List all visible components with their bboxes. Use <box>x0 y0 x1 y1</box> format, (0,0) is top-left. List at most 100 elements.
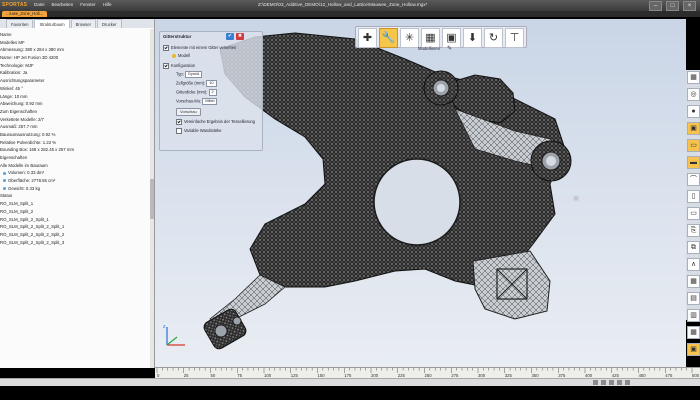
tree-row[interactable]: Bounding Box: 168 x 282.45 x 257 mm <box>0 146 150 154</box>
property-dot-icon <box>3 179 6 183</box>
right-tool-button-3[interactable]: ● <box>687 105 700 118</box>
right-tool-button-15[interactable]: ▥ <box>687 309 700 322</box>
document-tab[interactable]: ...luwe_Zone_Holl... <box>2 11 48 17</box>
right-tool-button-9[interactable]: ▭ <box>687 207 700 220</box>
tree-row[interactable]: Volumen: 0.33 dm³ <box>0 169 150 177</box>
tab-browser[interactable]: Browser <box>70 19 96 28</box>
tree-row[interactable]: RO_SLM_Split_2_Split_2_Split_3 <box>0 239 150 247</box>
tree-row[interactable]: RO_SLM_Split_2_Split_1 <box>0 216 150 224</box>
toolbar-label: Modellieren <box>418 46 441 51</box>
tab-favoriten[interactable]: Favoriten <box>6 19 34 28</box>
tree-row-label: RO_SLM_Split_2_Split_2_Split_2 <box>0 231 65 237</box>
left-panel-scrollbar[interactable] <box>150 29 154 368</box>
tree-row[interactable]: Alle Modelle im Bauraum <box>0 162 150 170</box>
menu-bearbeiten[interactable]: Bearbeiten <box>52 2 74 7</box>
3d-viewport[interactable]: Gitterstruktur ✔ ✖ Elemente mit einem Gi… <box>155 19 686 367</box>
tree-row-label: RO_SLM_Split_2_Split_1 <box>0 216 49 222</box>
main-toolbar: ✚ 🔧 ✳ ▦ ▣ ⬇ ↻ ⊤ <box>355 26 527 48</box>
model-label[interactable]: Modell <box>178 53 190 58</box>
tree-row[interactable]: Oberfläche: 2778.55 cm² <box>0 177 150 185</box>
tree-row[interactable]: Bauraumausnutzung: 0.92 % <box>0 131 150 139</box>
status-icon-4[interactable] <box>617 380 622 385</box>
minimize-icon[interactable]: – <box>649 1 662 11</box>
right-tool-button-16[interactable]: ▦ <box>687 326 700 339</box>
tree-row-label: Relative Pulverdichte: 1.22 % <box>0 139 57 145</box>
tree-row[interactable]: Ausrichtungsparameter <box>0 77 150 85</box>
tree-row[interactable]: Länge: 10 mm <box>0 93 150 101</box>
export-icon[interactable]: ⬇ <box>463 28 482 48</box>
window-controls: – □ × <box>649 1 696 11</box>
tree-row[interactable]: Ausmaß: 257.7 mm <box>0 123 150 131</box>
tab-strukturbaum[interactable]: Strukturbaum <box>34 19 70 28</box>
tree-row-label: Eigenschaften <box>0 155 28 160</box>
edit-pen-icon[interactable]: ✎ <box>447 45 452 52</box>
spark-icon[interactable]: ✳ <box>400 28 419 48</box>
tab-drucker[interactable]: Drucker <box>96 19 122 28</box>
right-tool-button-8[interactable]: ▯ <box>687 190 700 203</box>
simplify-label: Vereinfache Ergebnis der Tessellierung <box>184 119 255 125</box>
cell-size-input[interactable]: 10 <box>206 80 217 87</box>
left-panel: Favoriten Strukturbaum Browser Drucker N… <box>0 19 155 368</box>
menu-fenster[interactable]: Fenster <box>80 2 95 7</box>
preview-button[interactable]: Vorschau <box>176 108 201 116</box>
right-tool-button-12[interactable]: ∧ <box>687 258 700 271</box>
tree-row[interactable]: Abweichung: 0.92 mm <box>0 100 150 108</box>
simplify-checkbox[interactable] <box>176 119 182 125</box>
right-tool-button-13[interactable]: ▦ <box>687 275 700 288</box>
tree-row[interactable]: Name <box>0 31 150 39</box>
tree-row[interactable]: RO_SLM_Split_2_Split_2_Split_1 <box>0 223 150 231</box>
status-icon-1[interactable] <box>593 380 598 385</box>
wrench-icon[interactable]: 🔧 <box>379 28 398 48</box>
plus-icon[interactable]: ✚ <box>358 28 377 48</box>
scrollbar-thumb[interactable] <box>150 179 154 219</box>
confirm-button[interactable]: ✔ <box>226 33 234 40</box>
right-tool-button-14[interactable]: ▤ <box>687 292 700 305</box>
maximize-icon[interactable]: □ <box>666 1 679 11</box>
right-tool-button-6[interactable]: ▬ <box>687 156 700 169</box>
status-icon-2[interactable] <box>601 380 606 385</box>
right-tool-button-7[interactable]: ⌒ <box>687 173 700 186</box>
tree-row[interactable]: Winkel: 45 ° <box>0 85 150 93</box>
support-icon[interactable]: ⊤ <box>505 28 524 48</box>
right-tool-button-1[interactable]: ▦ <box>687 71 700 84</box>
right-tool-button-2[interactable]: ◎ <box>687 88 700 101</box>
tree-row[interactable]: Kalibration: Ja <box>0 69 150 77</box>
elements-lattice-checkbox[interactable] <box>163 45 169 51</box>
bottom-black-bar <box>0 386 700 400</box>
bar-chart-icon[interactable]: ▦ <box>421 28 440 48</box>
tree-row[interactable]: Gewicht: 0.33 kg <box>0 185 150 193</box>
status-icon-5[interactable] <box>625 380 630 385</box>
right-tool-button-10[interactable]: ⎘ <box>687 224 700 237</box>
tree-row[interactable]: Relative Pulverdichte: 1.22 % <box>0 139 150 147</box>
tree-row[interactable]: Technologie: MJF <box>0 62 150 70</box>
menu-hilfe[interactable]: Hilfe <box>103 2 112 7</box>
right-tool-button-17[interactable]: ▣ <box>687 343 700 356</box>
configuration-checkbox[interactable] <box>163 63 169 69</box>
tree-row[interactable]: RO_SLM_Split_2 <box>0 208 150 216</box>
refresh-icon[interactable]: ↻ <box>484 28 503 48</box>
right-tool-button-4[interactable]: ▣ <box>687 122 700 135</box>
property-dot-icon <box>3 187 6 191</box>
type-select[interactable]: Gyroid <box>184 71 203 78</box>
lattice-thickness-input[interactable]: 2 <box>208 89 217 96</box>
variable-wall-checkbox[interactable] <box>176 128 182 134</box>
left-panel-tabs: Favoriten Strukturbaum Browser Drucker <box>0 19 154 28</box>
close-icon[interactable]: × <box>683 1 696 11</box>
tree-row[interactable]: Status <box>0 192 150 200</box>
tree-row[interactable]: Modelles MF <box>0 39 150 47</box>
tree-row[interactable]: RO_SLM_Split_1 <box>0 200 150 208</box>
configuration-label: Konfiguration <box>171 63 196 69</box>
tree-row[interactable]: Zum Eigenschaften <box>0 108 150 116</box>
right-tool-button-11[interactable]: ⧉ <box>687 241 700 254</box>
tree-row[interactable]: Verkettete Modelle: 2/7 <box>0 116 150 124</box>
tree-row[interactable]: Eigenschaften <box>0 154 150 162</box>
tree-row[interactable]: Abmessung: 380 x 284 x 380 mm <box>0 46 150 54</box>
status-icon-3[interactable] <box>609 380 614 385</box>
tree-row[interactable]: RO_SLM_Split_2_Split_2_Split_2 <box>0 231 150 239</box>
right-tool-button-5[interactable]: ▭ <box>687 139 700 152</box>
preview-mode-select[interactable]: Mittel <box>202 98 218 105</box>
cancel-button[interactable]: ✖ <box>236 33 244 40</box>
menu-datei[interactable]: Datei <box>34 2 45 7</box>
tree-row[interactable]: Name: HP Jet Fusion 3D 4200 <box>0 54 150 62</box>
lattice-panel-title: Gitterstruktur <box>163 34 192 39</box>
